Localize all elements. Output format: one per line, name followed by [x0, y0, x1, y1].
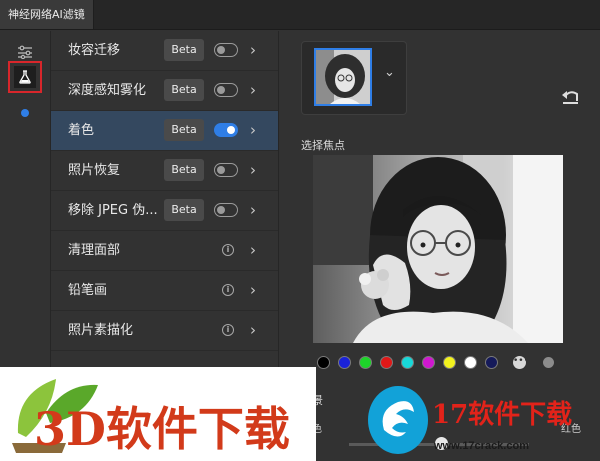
remove-swatch-icon[interactable] [543, 357, 554, 368]
dragon-logo [368, 386, 428, 454]
filter-row-photo-restoration[interactable]: 照片恢复 Beta › [51, 151, 278, 191]
more-icon[interactable]: ••• [513, 356, 529, 369]
chevron-right-icon[interactable]: › [250, 311, 256, 350]
active-indicator-dot [21, 109, 29, 117]
filter-row-makeup-transfer[interactable]: 妆容迁移 Beta › [51, 31, 278, 71]
color-swatch-green[interactable] [359, 356, 372, 369]
filter-row-depth-blur[interactable]: 深度感知雾化 Beta › [51, 71, 278, 111]
beta-badge: Beta [164, 39, 204, 61]
beta-badge: Beta [164, 119, 204, 141]
info-icon[interactable]: i [222, 244, 234, 256]
tab-neural-filters[interactable]: 神经网络AI滤镜 [0, 0, 94, 30]
color-swatch-black[interactable] [317, 356, 330, 369]
filter-label: 移除 JPEG 伪... [68, 203, 158, 218]
chevron-right-icon[interactable]: › [250, 151, 256, 190]
color-swatch-magenta[interactable] [422, 356, 435, 369]
beta-badge: Beta [164, 199, 204, 221]
filter-row-pencil-drawing[interactable]: 铅笔画 i › [51, 271, 278, 311]
filter-toggle[interactable] [214, 163, 238, 177]
filter-toggle[interactable] [214, 123, 238, 137]
reset-icon[interactable] [561, 89, 583, 107]
filter-label: 着色 [68, 123, 95, 138]
filter-label: 照片素描化 [68, 323, 134, 338]
chevron-right-icon[interactable]: › [250, 71, 256, 110]
color-swatch-cyan[interactable] [401, 356, 414, 369]
color-swatch-red[interactable] [380, 356, 393, 369]
info-icon[interactable]: i [222, 284, 234, 296]
sliders-icon[interactable] [14, 41, 36, 63]
flask-icon [14, 66, 36, 88]
reference-thumbnail[interactable] [314, 48, 372, 106]
tab-bar: 神经网络AI滤镜 [0, 0, 600, 30]
color-swatch-blue[interactable] [338, 356, 351, 369]
filter-toggle[interactable] [214, 203, 238, 217]
color-swatch-row: ••• [317, 356, 567, 370]
watermark-17-title: 17软件下载 [432, 400, 573, 430]
filter-label: 深度感知雾化 [68, 83, 147, 98]
filter-row-jpeg-artifacts[interactable]: 移除 JPEG 伪... Beta › [51, 191, 278, 231]
filter-label: 妆容迁移 [68, 43, 121, 58]
chevron-right-icon[interactable]: › [250, 231, 256, 270]
reference-image-selector[interactable]: ⌄ [301, 41, 407, 115]
watermark-3d-banner: 3D软件下载 [0, 367, 316, 461]
focus-section-label: 选择焦点 [301, 139, 345, 152]
filter-label: 铅笔画 [68, 283, 108, 298]
color-swatch-white[interactable] [464, 356, 477, 369]
filter-row-colorize[interactable]: 着色 Beta › [51, 111, 278, 151]
info-icon[interactable]: i [222, 324, 234, 336]
chevron-down-icon[interactable]: ⌄ [384, 65, 395, 80]
filter-row-sketch[interactable]: 照片素描化 i › [51, 311, 278, 351]
preview-photo[interactable] [313, 155, 563, 343]
chevron-right-icon[interactable]: › [250, 271, 256, 310]
chevron-right-icon[interactable]: › [250, 111, 256, 150]
filter-label: 照片恢复 [68, 163, 121, 178]
color-swatch-navy[interactable] [485, 356, 498, 369]
beta-badge: Beta [164, 159, 204, 181]
filter-row-clean-face[interactable]: 清理面部 i › [51, 231, 278, 271]
watermark-3d-text: 3D软件下载 [34, 402, 290, 456]
chevron-right-icon[interactable]: › [250, 31, 256, 70]
rail-item-beta-filters[interactable] [8, 61, 42, 93]
color-swatch-yellow[interactable] [443, 356, 456, 369]
beta-badge: Beta [164, 79, 204, 101]
chevron-right-icon[interactable]: › [250, 191, 256, 230]
filter-toggle[interactable] [214, 43, 238, 57]
filter-label: 清理面部 [68, 243, 121, 258]
watermark-17-url: www.17crack.com [434, 440, 529, 452]
filter-toggle[interactable] [214, 83, 238, 97]
